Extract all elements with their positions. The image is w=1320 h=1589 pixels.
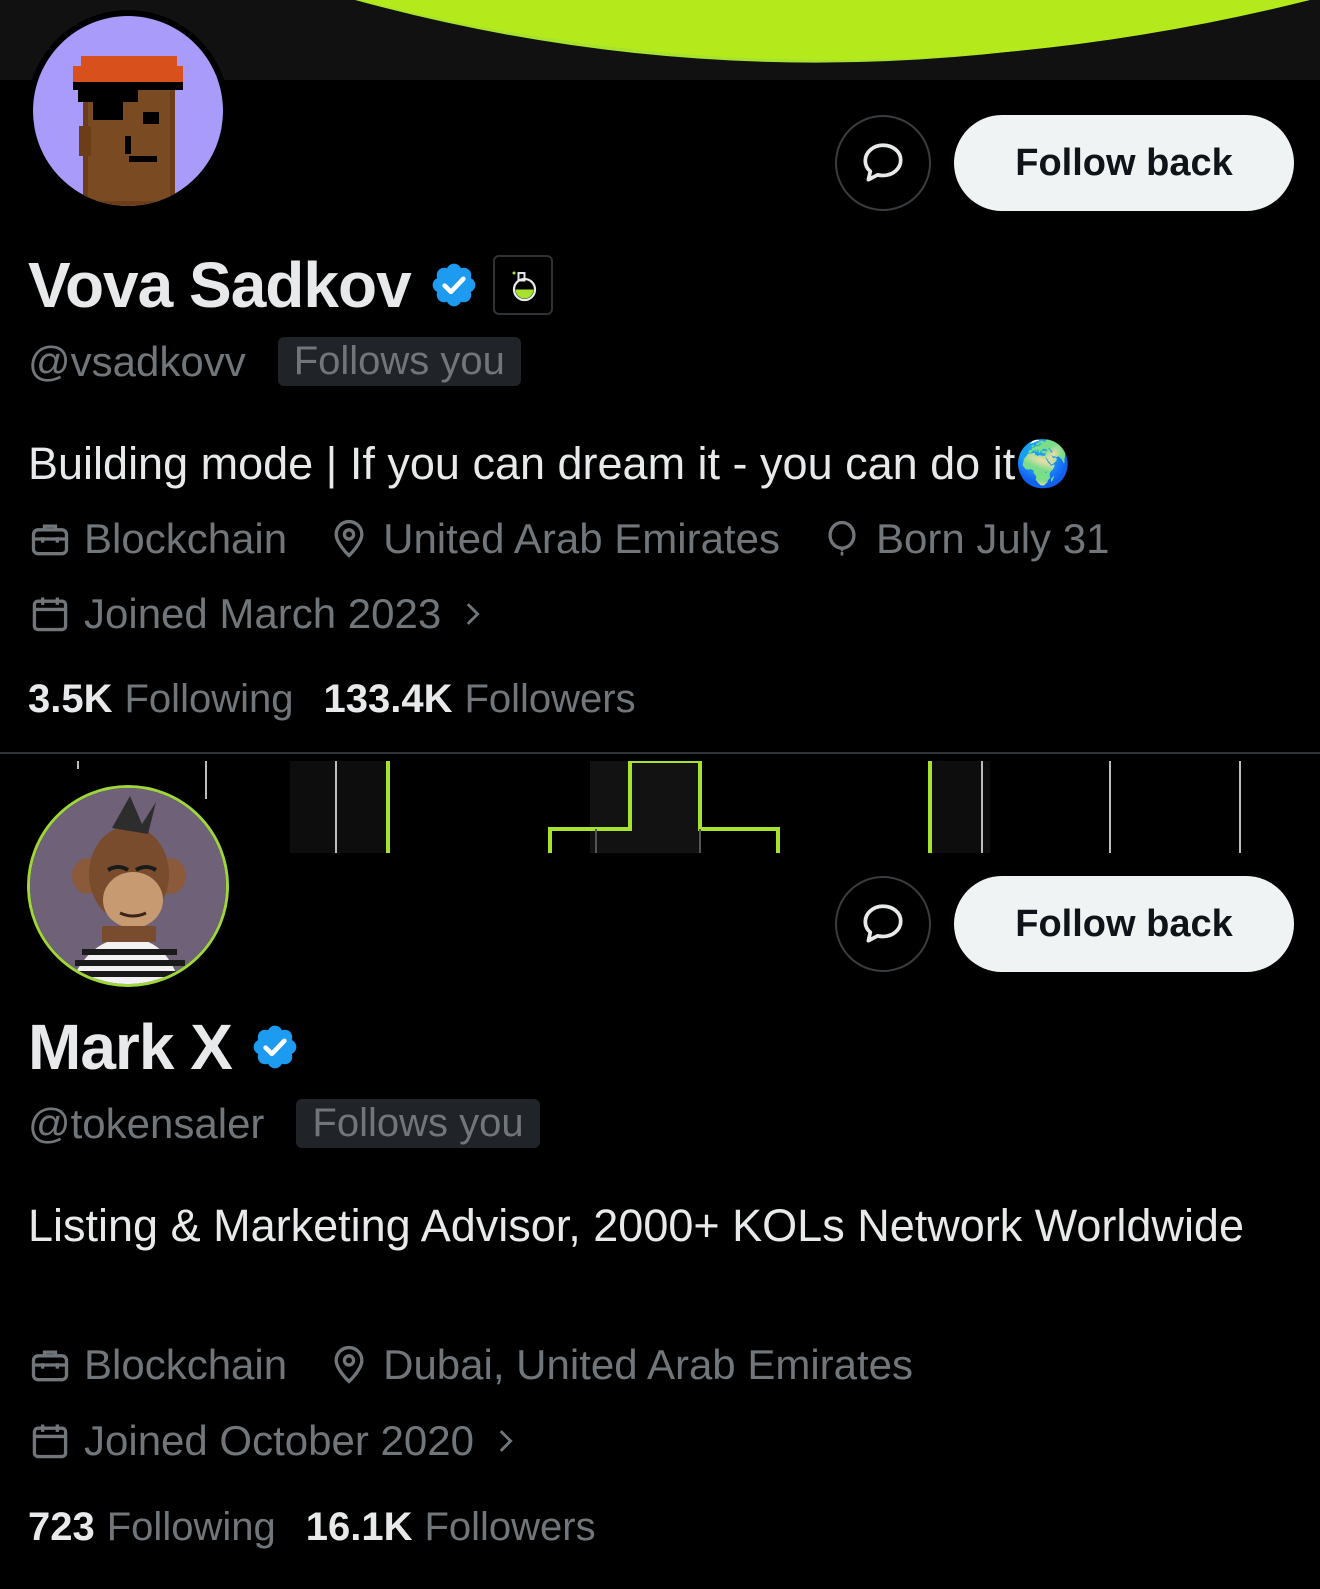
profile-meta-row: Blockchain Dubai, United Arab Emirates	[28, 1341, 953, 1389]
followers-count[interactable]: 133.4K	[323, 677, 452, 722]
follows-you-badge: Follows you	[277, 337, 521, 386]
category-item: Blockchain	[28, 515, 287, 563]
following-label[interactable]: Following	[107, 1505, 276, 1550]
verified-badge-icon[interactable]	[250, 1022, 300, 1072]
message-icon	[863, 143, 903, 182]
avatar[interactable]	[27, 10, 229, 212]
potion-flask-icon	[512, 271, 536, 302]
briefcase-icon	[31, 1350, 69, 1382]
bio-text: Listing & Marketing Advisor, 2000+ KOLs …	[28, 1200, 1244, 1251]
message-button[interactable]	[835, 876, 931, 972]
joined-item[interactable]: Joined March 2023	[28, 590, 501, 638]
bio-text: Building mode | If you can dream it - yo…	[28, 438, 1072, 489]
location-pin-icon	[334, 519, 364, 558]
follow-back-button[interactable]: Follow back	[954, 115, 1294, 211]
username: @vsadkovv	[28, 337, 246, 385]
balloon-icon	[828, 520, 856, 556]
category-text: Blockchain	[84, 515, 288, 562]
following-count[interactable]: 3.5K	[28, 677, 113, 722]
joined-row[interactable]: Joined October 2020	[28, 1417, 574, 1465]
category-item: Blockchain	[28, 1341, 287, 1389]
name-row: Mark X	[28, 1010, 300, 1084]
category-text: Blockchain	[84, 1341, 288, 1388]
follow-stats: 3.5K Following 133.4K Followers	[28, 677, 666, 722]
joined-text: Joined March 2023	[84, 590, 442, 637]
followers-label[interactable]: Followers	[464, 677, 635, 722]
location-text: United Arab Emirates	[383, 515, 780, 562]
follows-you-badge: Follows you	[296, 1099, 540, 1148]
profile-card-vova-sadkov: Follow back Vova Sadkov @vsadkovv Follow…	[0, 0, 1320, 760]
profile-card-mark-x: Follow back Mark X @tokensaler Follows y…	[0, 761, 1320, 1589]
follow-stats: 723 Following 16.1K Followers	[28, 1505, 626, 1550]
location-text: Dubai, United Arab Emirates	[383, 1341, 914, 1388]
joined-row[interactable]: Joined March 2023	[28, 590, 541, 638]
calendar-icon	[32, 1424, 68, 1459]
chevron-right-icon	[466, 603, 480, 625]
name-row: Vova Sadkov	[28, 248, 553, 322]
followers-count[interactable]: 16.1K	[306, 1505, 413, 1550]
joined-item[interactable]: Joined October 2020	[28, 1417, 534, 1465]
verified-badge-icon[interactable]	[429, 260, 479, 310]
birthday-text: Born July 31	[875, 515, 1110, 562]
divider	[0, 752, 1320, 754]
ape-avatar-image	[30, 788, 226, 984]
calendar-icon	[32, 597, 68, 632]
avatar[interactable]	[27, 785, 229, 987]
punk-avatar-image	[33, 16, 223, 206]
chevron-right-icon	[499, 1430, 513, 1452]
location-pin-icon	[334, 1345, 364, 1384]
birthday-item: Born July 31	[820, 515, 1109, 563]
display-name: Mark X	[28, 1011, 233, 1083]
message-button[interactable]	[835, 115, 931, 211]
following-label[interactable]: Following	[125, 677, 294, 722]
location-item: Dubai, United Arab Emirates	[327, 1341, 913, 1389]
handle-row: @tokensaler Follows you	[28, 1099, 540, 1148]
display-name: Vova Sadkov	[28, 249, 412, 321]
follow-back-button[interactable]: Follow back	[954, 876, 1294, 972]
briefcase-icon	[31, 524, 69, 556]
profile-meta-row: Blockchain United Arab Emirates Born Jul…	[28, 515, 1149, 563]
affiliate-badge[interactable]	[492, 255, 553, 315]
username: @tokensaler	[28, 1099, 265, 1147]
joined-text: Joined October 2020	[84, 1417, 474, 1464]
location-item: United Arab Emirates	[327, 515, 780, 563]
message-icon	[863, 904, 903, 943]
following-count[interactable]: 723	[28, 1505, 95, 1550]
handle-row: @vsadkovv Follows you	[28, 337, 521, 386]
followers-label[interactable]: Followers	[424, 1505, 595, 1550]
